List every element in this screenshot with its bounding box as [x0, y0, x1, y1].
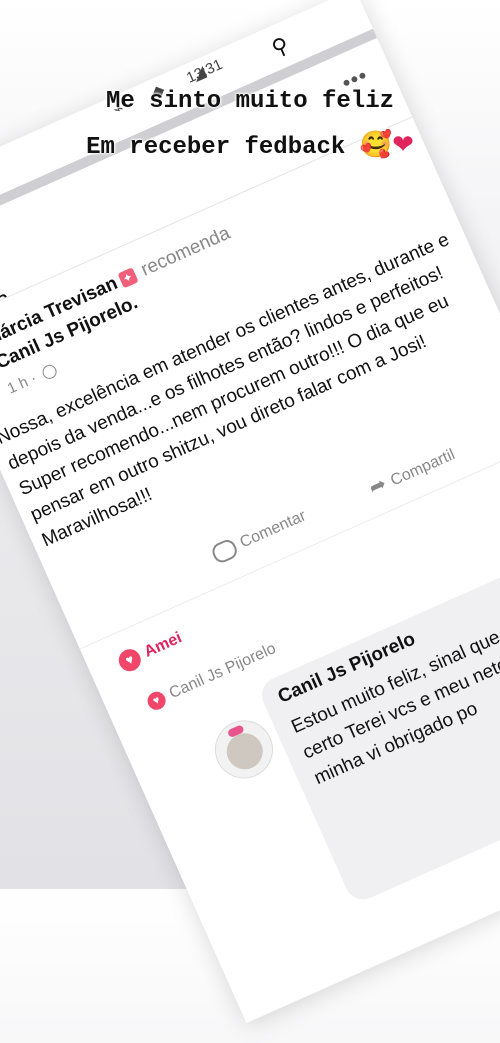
story-caption-line2: Em receber fedback 🥰❤: [0, 130, 500, 161]
review-post: Márcia Trevisan✦ recomenda Canil Js Pijor…: [0, 116, 500, 1024]
story-caption-line1: Me sinto muito feliz: [105, 88, 395, 115]
comment-label: Comentar: [237, 507, 309, 552]
review-time: 1 h ·: [4, 369, 40, 398]
share-button[interactable]: ➦Compartil: [365, 441, 459, 501]
heart-icon: ♥: [115, 645, 145, 675]
comment-button[interactable]: Comentar: [209, 506, 310, 566]
heart-icon: ♥: [144, 688, 169, 713]
reaction-button[interactable]: ♥ Amei: [115, 627, 185, 675]
caption-text: Em receber fedback: [86, 134, 346, 161]
globe-icon: [40, 362, 59, 382]
avatar[interactable]: [0, 368, 2, 422]
share-icon: ➦: [365, 472, 390, 500]
review-action: recomenda: [137, 222, 234, 281]
comment-icon: [209, 537, 240, 566]
reaction-label: Amei: [141, 629, 185, 661]
recommend-badge-icon: ✦: [117, 267, 139, 289]
reply-avatar[interactable]: [205, 711, 283, 788]
heart-emoji-icon: 🥰❤: [359, 130, 414, 160]
reply-comment: Canil Js Pijorelo Estou muito feliz, sin…: [256, 531, 500, 906]
review-author-line: Márcia Trevisan✦ recomenda: [0, 223, 234, 351]
share-label: Compartil: [388, 446, 458, 490]
review-text: Nossa, excelência em atender os clientes…: [0, 229, 453, 552]
